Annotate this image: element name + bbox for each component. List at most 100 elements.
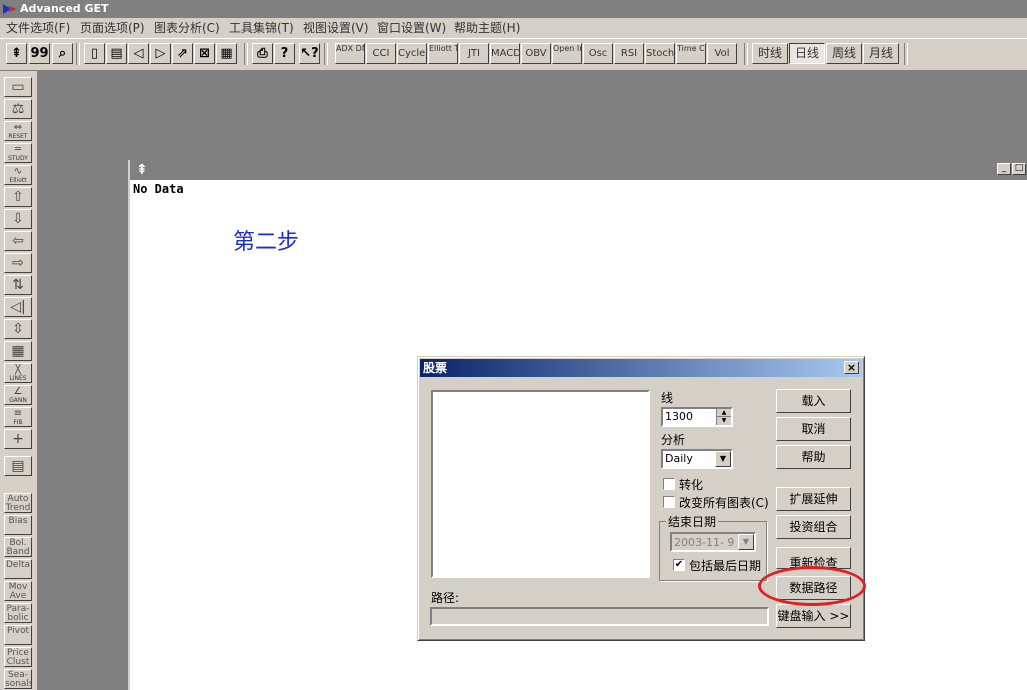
convert-checkbox[interactable]	[663, 478, 675, 490]
study-button-6[interactable]: OBV	[521, 43, 551, 64]
app-title-bar: Advanced GET	[0, 0, 1027, 18]
load-button[interactable]: 载入	[776, 389, 851, 413]
toolbar-button-10[interactable]: ⎙	[252, 43, 273, 64]
left-tool-button-14[interactable]: ∠ GANN	[4, 385, 32, 405]
left-tool-button-17[interactable]: ▤	[4, 456, 32, 476]
path-label: 路径:	[431, 591, 460, 605]
left-study-button-2[interactable]: Bol. Band	[4, 537, 32, 557]
change-all-charts-label: 改变所有图表(C)	[679, 496, 769, 510]
left-tool-button-9[interactable]: ⇅	[4, 275, 32, 295]
dialog-close-button[interactable]: ×	[844, 361, 859, 374]
period-button-0[interactable]: 时线	[752, 43, 788, 64]
toolbar-button-5[interactable]: ◁	[128, 43, 149, 64]
left-tool-button-16[interactable]: +	[4, 429, 32, 449]
notes-icon: ▤	[11, 458, 25, 474]
left-tool-button-6[interactable]: ⇩	[4, 209, 32, 229]
left-study-button-1[interactable]: Bias	[4, 515, 32, 535]
toolbar-button-0[interactable]: ⇞	[6, 43, 27, 64]
left-tool-button-4[interactable]: ∿ Elliott	[4, 165, 32, 185]
study-button-11[interactable]: Time Clust	[676, 43, 706, 64]
period-button-1[interactable]: 日线	[789, 43, 825, 64]
left-study-button-4[interactable]: Mov Ave	[4, 581, 32, 601]
study-button-12[interactable]: Vol	[707, 43, 737, 64]
left-tool-button-3[interactable]: ═ STUDY	[4, 143, 32, 163]
toolbar-button-7[interactable]: ⇗	[172, 43, 193, 64]
left-tool-button-0[interactable]: ▭	[4, 77, 32, 97]
left-tool-button-10[interactable]: ◁|▷	[4, 297, 32, 317]
line-count-stepper[interactable]: 1300 ▲ ▼	[661, 407, 733, 427]
study-button-3[interactable]: Elliott Trig	[428, 43, 458, 64]
crosshair-icon: +	[12, 431, 24, 447]
menu-item-1[interactable]: 页面选项(P)	[80, 20, 145, 36]
recheck-button[interactable]: 重新检查	[776, 547, 851, 569]
left-study-button-8[interactable]: Sea- sonals	[4, 669, 32, 689]
export-icon: ⇗	[177, 46, 188, 61]
toolbar-separator	[324, 43, 328, 65]
data-path-button[interactable]: 数据路径	[776, 576, 851, 600]
left-tool-button-7[interactable]: ⇦	[4, 231, 32, 251]
menu-item-2[interactable]: 图表分析(C)	[154, 20, 220, 36]
minimize-button[interactable]: _	[997, 163, 1011, 175]
toolbar-button-2[interactable]: ⌕	[52, 43, 73, 64]
left-study-button-6[interactable]: Pivot	[4, 625, 32, 645]
study-button-7[interactable]: Open Int	[552, 43, 582, 64]
study-button-10[interactable]: Stoch	[645, 43, 675, 64]
menu-item-4[interactable]: 视图设置(V)	[303, 20, 369, 36]
extend-button[interactable]: 扩展延伸	[776, 487, 851, 511]
symbol-list[interactable]	[431, 390, 650, 578]
help-icon: ?	[280, 46, 289, 61]
left-tool-button-12[interactable]: ▦	[4, 341, 32, 361]
portfolio-button[interactable]: 投资组合	[776, 515, 851, 539]
left-tool-label: GANN	[9, 397, 27, 404]
keyboard-input-button[interactable]: 键盘输入 >>	[776, 604, 851, 628]
help-button[interactable]: 帮助	[776, 445, 851, 469]
include-latest-checkbox[interactable]: ✔	[673, 559, 685, 571]
period-button-3[interactable]: 月线	[863, 43, 899, 64]
toolbar-button-4[interactable]: ▤	[106, 43, 127, 64]
left-tool-button-5[interactable]: ⇧	[4, 187, 32, 207]
toolbar-button-12[interactable]: ↖?	[299, 43, 320, 64]
save-icon: ▤	[110, 46, 123, 61]
study-button-8[interactable]: Osc	[583, 43, 613, 64]
left-study-button-7[interactable]: Price Clust	[4, 647, 32, 667]
menu-item-0[interactable]: 文件选项(F)	[6, 20, 70, 36]
toolbar-button-11[interactable]: ?	[274, 43, 295, 64]
toolbar-button-1[interactable]: 99	[29, 43, 50, 64]
left-study-button-5[interactable]: Para- bolic	[4, 603, 32, 623]
left-tool-button-15[interactable]: ≡ FIB	[4, 407, 32, 427]
dialog-title-bar[interactable]: 股票 ×	[420, 359, 862, 377]
left-study-button-3[interactable]: Delta	[4, 559, 32, 579]
study-button-9[interactable]: RSI	[614, 43, 644, 64]
cancel-button[interactable]: 取消	[776, 417, 851, 441]
chevron-down-icon[interactable]: ▼	[715, 451, 731, 467]
maximize-button[interactable]: □	[1012, 163, 1026, 175]
study-button-1[interactable]: CCI	[366, 43, 396, 64]
study-button-2[interactable]: Cycles	[397, 43, 427, 64]
period-button-2[interactable]: 周线	[826, 43, 862, 64]
toolbar-button-6[interactable]: ▷	[150, 43, 171, 64]
toolbar-button-8[interactable]: ⊠	[194, 43, 215, 64]
study-button-5[interactable]: MACD	[490, 43, 520, 64]
left-tool-button-8[interactable]: ⇨	[4, 253, 32, 273]
left-tool-button-2[interactable]: ⇔ RESET	[4, 121, 32, 141]
study-button-4[interactable]: JTI	[459, 43, 489, 64]
left-tool-button-11[interactable]: ⇳	[4, 319, 32, 339]
change-all-charts-checkbox[interactable]	[663, 496, 675, 508]
toolbar-button-3[interactable]: ▯	[84, 43, 105, 64]
menu-item-6[interactable]: 帮助主题(H)	[454, 20, 520, 36]
chart-window-title-bar[interactable]: ⇞ _ □	[130, 160, 1027, 180]
menu-item-3[interactable]: 工具集锦(T)	[229, 20, 294, 36]
menu-item-5[interactable]: 窗口设置(W)	[377, 20, 446, 36]
end-date-field: 2003-11- 9 ▼	[670, 532, 756, 552]
spin-down-icon[interactable]: ▼	[717, 417, 731, 424]
spin-up-icon[interactable]: ▲	[717, 409, 731, 417]
left-study-button-0[interactable]: Auto Trend	[4, 493, 32, 513]
left-tool-button-13[interactable]: ╳ LINES	[4, 363, 32, 383]
left-tool-button-1[interactable]: ⚖	[4, 99, 32, 119]
analysis-select[interactable]: Daily ▼	[661, 449, 733, 469]
study-button-0[interactable]: ADX DMI	[335, 43, 365, 64]
line-count-spinner[interactable]: ▲ ▼	[716, 409, 731, 425]
toolbar-separator	[904, 43, 908, 65]
toolbar-button-9[interactable]: ▦	[216, 43, 237, 64]
path-field[interactable]	[430, 607, 769, 626]
